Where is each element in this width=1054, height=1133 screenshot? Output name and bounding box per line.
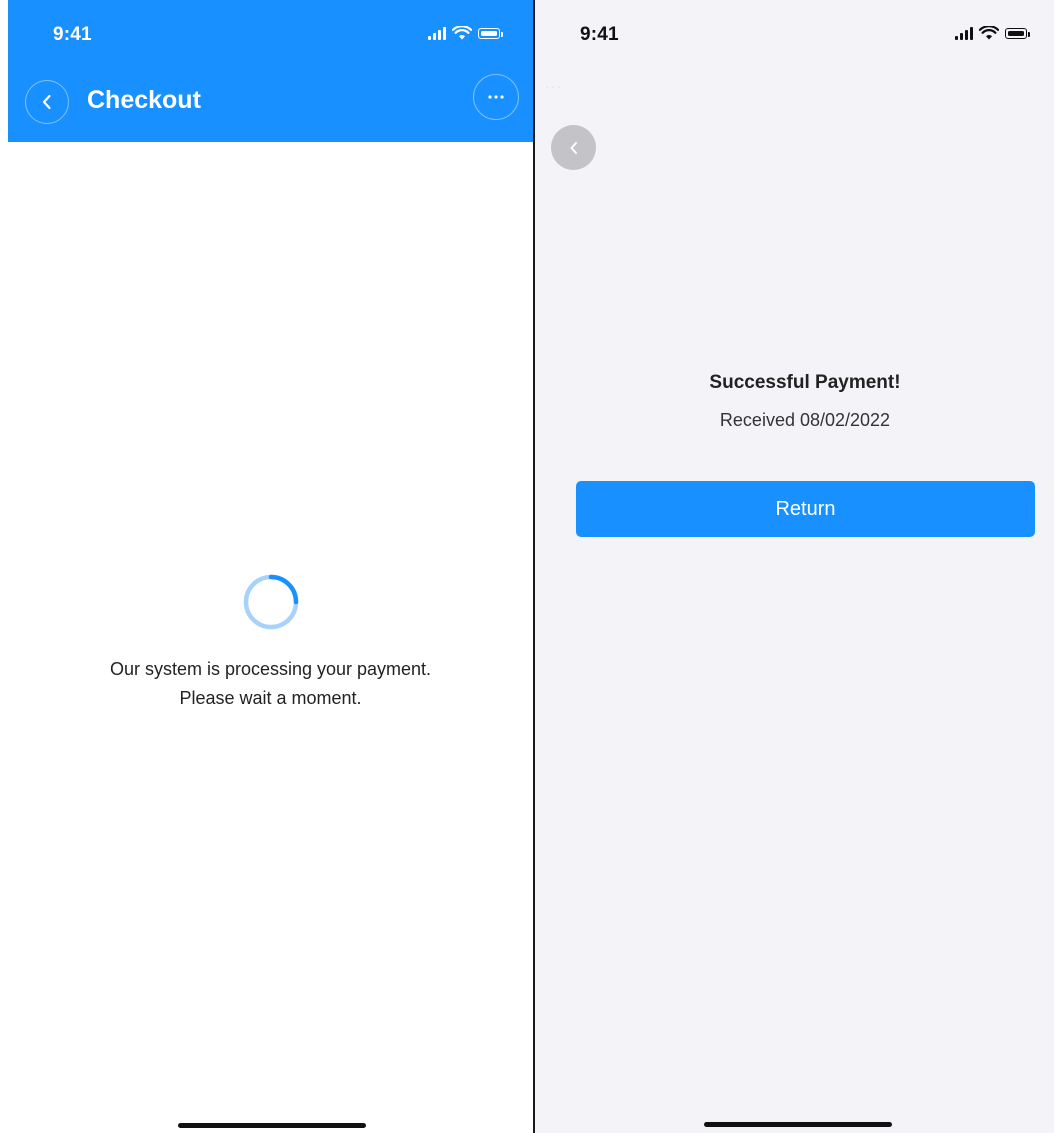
signal-icon — [428, 26, 446, 40]
payment-received-date: Received 08/02/2022 — [719, 410, 891, 430]
spinner-icon — [243, 574, 299, 630]
more-options-button[interactable] — [473, 74, 519, 120]
payment-success-screen: 9:41 ··· Successful Payment! Received 08… — [535, 0, 1054, 1133]
ellipsis-icon — [488, 95, 504, 99]
wifi-icon — [452, 26, 472, 40]
back-button[interactable] — [551, 125, 596, 170]
battery-icon — [1005, 27, 1030, 39]
status-icons — [428, 26, 503, 40]
wifi-icon — [979, 26, 999, 40]
return-button[interactable]: Return — [576, 481, 1035, 537]
page-title: Checkout — [87, 86, 201, 114]
home-indicator — [704, 1122, 892, 1127]
processing-message-line2: Please wait a moment. — [179, 688, 362, 708]
success-title: Successful Payment! — [709, 372, 901, 393]
signal-icon — [955, 26, 973, 40]
status-time: 9:41 — [580, 24, 619, 45]
chevron-left-icon — [42, 94, 51, 110]
home-indicator — [178, 1123, 366, 1128]
back-button[interactable] — [25, 80, 69, 124]
status-bar: 9:41 — [535, 0, 1054, 60]
checkout-processing-screen: 9:41 Checkout Our system is processing y… — [8, 0, 533, 1133]
status-time: 9:41 — [53, 24, 92, 45]
battery-icon — [478, 27, 503, 39]
chevron-left-icon — [570, 141, 577, 154]
status-icons — [955, 26, 1030, 40]
status-bar: 9:41 — [8, 0, 533, 60]
faint-ellipsis-icon: ··· — [545, 78, 562, 94]
processing-message-line1: Our system is processing your payment. — [109, 659, 432, 679]
